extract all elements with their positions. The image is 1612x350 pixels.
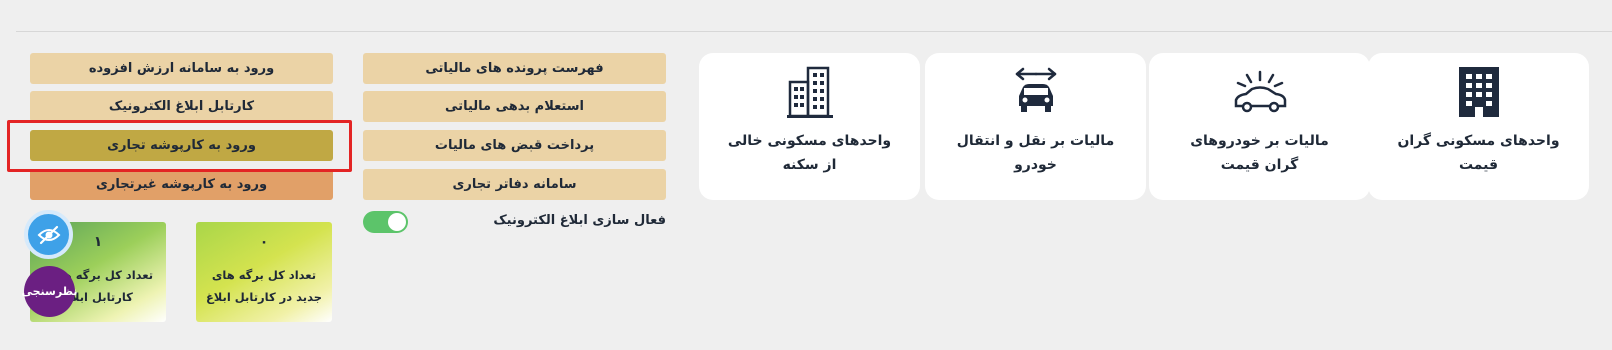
eye-slash-icon (37, 225, 60, 244)
card-vacant-residential[interactable]: واحدهای مسکونی خالی از سکنه (699, 53, 920, 200)
accessibility-button[interactable] (24, 210, 73, 259)
survey-button[interactable]: نظرسنجی (21, 266, 78, 317)
card-expensive-residential[interactable]: واحدهای مسکونی گران قیمت (1368, 53, 1589, 200)
highlight-box (7, 120, 352, 172)
card-label: واحدهای مسکونی گران قیمت (1397, 133, 1560, 173)
tax-bill-payment-button[interactable]: پرداخت قبض های مالیات (363, 130, 666, 161)
luxury-car-icon (1232, 65, 1288, 119)
e-notification-inbox-button[interactable]: کارتابل ابلاغ الکترونیک (30, 91, 333, 122)
new-notices-tile[interactable]: ۰ تعداد کل برگه های جدید در کارتابل ابلا… (196, 222, 332, 322)
top-divider (16, 31, 1612, 32)
new-notices-text: تعداد کل برگه های جدید در کارتابل ابلاغ (205, 268, 323, 304)
card-car-transfer-tax[interactable]: مالیات بر نقل و انتقال خودرو (925, 53, 1146, 200)
new-notices-count: ۰ (259, 234, 269, 250)
commercial-books-system-button[interactable]: سامانه دفاتر تجاری (363, 169, 666, 200)
tax-files-list-button[interactable]: فهرست پرونده های مالیاتی (363, 53, 666, 84)
e-notification-toggle[interactable] (363, 211, 408, 233)
card-label: مالیات بر نقل و انتقال خودرو (956, 133, 1115, 173)
car-transfer-icon (1011, 65, 1061, 119)
card-luxury-car-tax[interactable]: مالیات بر خودروهای گران قیمت (1149, 53, 1370, 200)
tax-debt-inquiry-button[interactable]: استعلام بدهی مالیاتی (363, 91, 666, 122)
e-notification-toggle-label: فعال سازی ابلاغ الکترونیک (493, 213, 666, 228)
toggle-knob (388, 213, 406, 231)
card-label: مالیات بر خودروهای گران قیمت (1190, 133, 1329, 173)
non-commercial-folder-login-button[interactable]: ورود به کارپوشه غیرتجاری (30, 169, 333, 200)
apartment-buildings-icon (786, 65, 833, 119)
building-icon (1458, 65, 1499, 119)
vat-system-login-button[interactable]: ورود به سامانه ارزش افزوده (30, 53, 333, 84)
card-label: واحدهای مسکونی خالی از سکنه (727, 133, 892, 173)
